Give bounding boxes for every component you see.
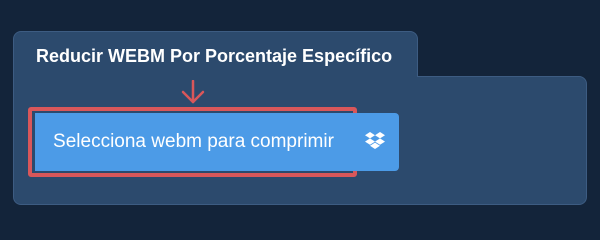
panel-tab: Reducir WEBM Por Porcentaje Específico bbox=[13, 31, 418, 81]
panel-title: Reducir WEBM Por Porcentaje Específico bbox=[36, 46, 393, 66]
select-webm-button-label: Selecciona webm para comprimir bbox=[53, 131, 334, 152]
arrow-down-icon bbox=[181, 80, 205, 104]
dropbox-button[interactable] bbox=[351, 113, 399, 171]
tab-joint bbox=[14, 75, 417, 78]
dropbox-icon bbox=[365, 132, 385, 149]
select-webm-button[interactable]: Selecciona webm para comprimir bbox=[35, 113, 352, 171]
